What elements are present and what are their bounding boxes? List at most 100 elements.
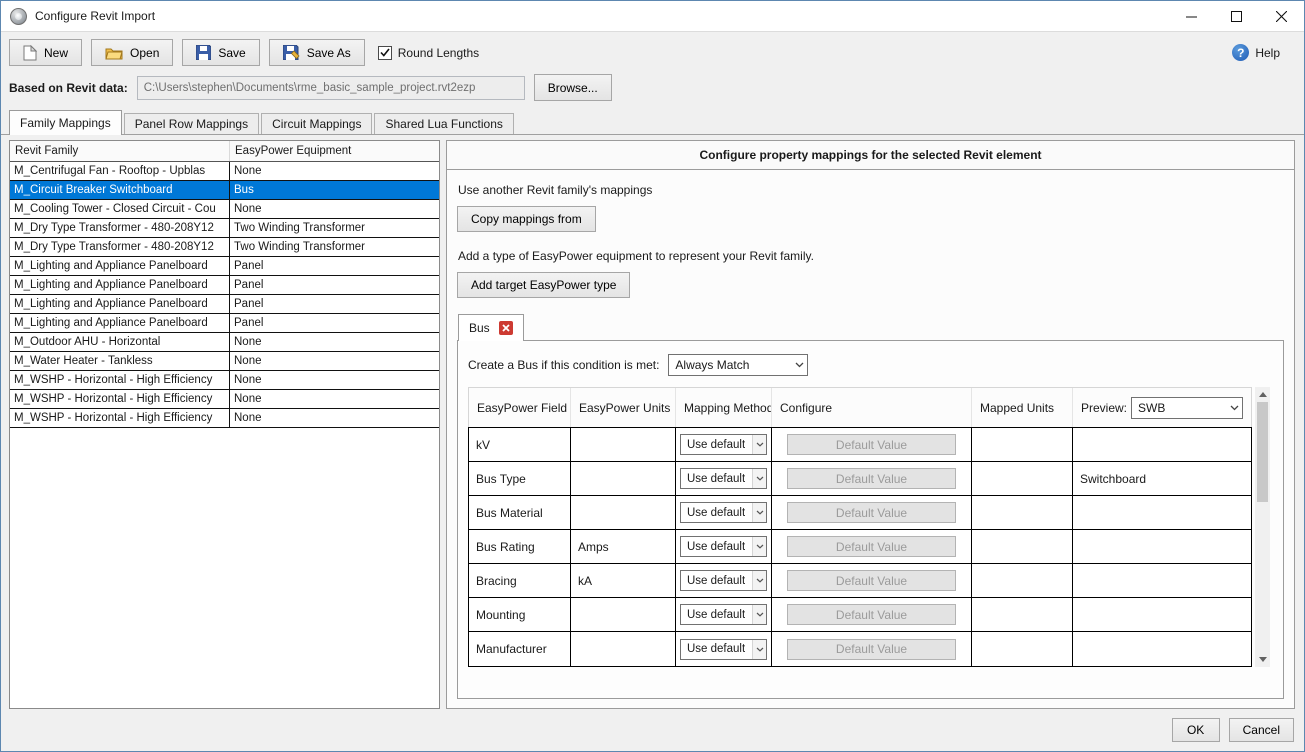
bus-tab-label: Bus <box>469 321 490 335</box>
triangle-up-icon <box>1259 392 1267 397</box>
save-as-icon <box>283 45 300 60</box>
scroll-up-arrow[interactable] <box>1255 387 1270 402</box>
family-cell-name: M_WSHP - Horizontal - High Efficiency <box>10 409 230 427</box>
configure-cell: Default Value <box>772 632 972 666</box>
family-cell-equipment: None <box>230 352 439 370</box>
family-row[interactable]: M_Dry Type Transformer - 480-208Y12 Two … <box>10 238 439 257</box>
family-row[interactable]: M_Lighting and Appliance Panelboard Pane… <box>10 257 439 276</box>
default-value-button: Default Value <box>787 639 956 660</box>
help-label: Help <box>1255 46 1280 60</box>
round-lengths-checkbox[interactable]: Round Lengths <box>378 46 479 60</box>
family-row[interactable]: M_Dry Type Transformer - 480-208Y12 Two … <box>10 219 439 238</box>
add-target-button-label: Add target EasyPower type <box>471 278 616 292</box>
mapping-method-dropdown[interactable]: Use default <box>680 468 767 489</box>
save-as-button[interactable]: Save As <box>269 39 365 66</box>
help-button[interactable]: ? Help <box>1232 44 1280 61</box>
new-button[interactable]: New <box>9 39 82 66</box>
family-row[interactable]: M_Lighting and Appliance Panelboard Pane… <box>10 314 439 333</box>
mapping-header-field: EasyPower Field <box>469 388 571 427</box>
family-row[interactable]: M_Outdoor AHU - Horizontal None <box>10 333 439 352</box>
mapping-method-dropdown[interactable]: Use default <box>680 604 767 625</box>
family-cell-equipment: Panel <box>230 276 439 294</box>
mapped-units-cell <box>972 632 1073 666</box>
units-cell <box>571 632 676 666</box>
bus-equipment-tab[interactable]: Bus <box>458 314 524 341</box>
maximize-icon <box>1231 11 1242 22</box>
open-button[interactable]: Open <box>91 39 173 66</box>
config-panel: Configure property mappings for the sele… <box>446 140 1295 709</box>
mapping-row: Manufacturer Use default <box>469 632 1251 666</box>
family-row[interactable]: M_WSHP - Horizontal - High Efficiency No… <box>10 409 439 428</box>
family-row[interactable]: M_Lighting and Appliance Panelboard Pane… <box>10 276 439 295</box>
method-cell: Use default <box>676 530 772 563</box>
mapping-row: Bracing kA Use default <box>469 564 1251 598</box>
preview-cell <box>1073 496 1251 529</box>
preview-cell <box>1073 530 1251 563</box>
condition-dropdown[interactable]: Always Match <box>668 354 808 376</box>
mapped-units-cell <box>972 564 1073 597</box>
mapped-units-cell <box>972 598 1073 631</box>
scrollbar-track[interactable] <box>1255 402 1270 652</box>
family-table-header: Revit Family EasyPower Equipment <box>10 141 439 162</box>
add-target-easypower-type-button[interactable]: Add target EasyPower type <box>457 272 630 298</box>
family-row[interactable]: M_WSHP - Horizontal - High Efficiency No… <box>10 390 439 409</box>
family-cell-name: M_Cooling Tower - Closed Circuit - Cou <box>10 200 230 218</box>
mapping-method-dropdown[interactable]: Use default <box>680 502 767 523</box>
family-cell-name: M_WSHP - Horizontal - High Efficiency <box>10 390 230 408</box>
minimize-button[interactable] <box>1169 1 1214 32</box>
units-cell <box>571 598 676 631</box>
mapping-method-dropdown[interactable]: Use default <box>680 536 767 557</box>
open-button-label: Open <box>130 46 159 60</box>
main-tab[interactable]: Shared Lua Functions <box>374 113 513 134</box>
mapping-method-value: Use default <box>687 473 745 485</box>
scrollbar-thumb[interactable] <box>1257 402 1268 502</box>
configure-cell: Default Value <box>772 462 972 495</box>
maximize-button[interactable] <box>1214 1 1259 32</box>
main-tab[interactable]: Circuit Mappings <box>261 113 372 134</box>
mapping-header-units: EasyPower Units <box>571 388 676 427</box>
family-row[interactable]: M_Water Heater - Tankless None <box>10 352 439 371</box>
copy-mappings-text: Use another Revit family's mappings <box>458 183 1284 197</box>
browse-button-label: Browse... <box>548 81 598 95</box>
mapping-row: Bus Material Use default <box>469 496 1251 530</box>
config-panel-content: Use another Revit family's mappings Copy… <box>447 170 1294 708</box>
mapped-units-cell <box>972 462 1073 495</box>
mapping-table-area: EasyPower Field EasyPower Units Mapping … <box>468 387 1270 688</box>
field-cell: kV <box>469 428 571 461</box>
family-row[interactable]: M_WSHP - Horizontal - High Efficiency No… <box>10 371 439 390</box>
cancel-button[interactable]: Cancel <box>1229 718 1294 742</box>
ok-button[interactable]: OK <box>1172 718 1220 742</box>
save-button[interactable]: Save <box>182 39 259 66</box>
scroll-down-arrow[interactable] <box>1255 652 1270 667</box>
round-lengths-label: Round Lengths <box>398 46 479 60</box>
condition-row: Create a Bus if this condition is met: A… <box>458 341 1283 386</box>
configure-cell: Default Value <box>772 564 972 597</box>
family-table-body: M_Centrifugal Fan - Rooftop - Upblas Non… <box>10 162 439 428</box>
main-tab[interactable]: Panel Row Mappings <box>124 113 259 134</box>
family-row[interactable]: M_Cooling Tower - Closed Circuit - Cou N… <box>10 200 439 219</box>
family-row[interactable]: M_Centrifugal Fan - Rooftop - Upblas Non… <box>10 162 439 181</box>
bus-tab-close-button[interactable] <box>499 321 513 335</box>
method-cell: Use default <box>676 598 772 631</box>
copy-mappings-button[interactable]: Copy mappings from <box>457 206 596 232</box>
preview-dropdown[interactable]: SWB <box>1131 397 1243 419</box>
field-cell: Bus Material <box>469 496 571 529</box>
default-value-button: Default Value <box>787 468 956 489</box>
window-title: Configure Revit Import <box>35 9 155 23</box>
chevron-down-icon <box>752 537 766 556</box>
vertical-scrollbar[interactable] <box>1255 387 1270 667</box>
family-row[interactable]: M_Circuit Breaker Switchboard Bus <box>10 181 439 200</box>
main-tab[interactable]: Family Mappings <box>9 110 122 135</box>
mapping-method-dropdown[interactable]: Use default <box>680 434 767 455</box>
chevron-down-icon <box>1226 398 1242 418</box>
mapping-method-dropdown[interactable]: Use default <box>680 570 767 591</box>
preview-cell <box>1073 564 1251 597</box>
family-row[interactable]: M_Lighting and Appliance Panelboard Pane… <box>10 295 439 314</box>
new-document-icon <box>23 45 37 61</box>
family-cell-name: M_Dry Type Transformer - 480-208Y12 <box>10 219 230 237</box>
family-cell-name: M_Lighting and Appliance Panelboard <box>10 295 230 313</box>
close-button[interactable] <box>1259 1 1304 32</box>
family-cell-equipment: Panel <box>230 314 439 332</box>
mapping-method-dropdown[interactable]: Use default <box>680 639 767 660</box>
browse-button[interactable]: Browse... <box>534 74 612 101</box>
